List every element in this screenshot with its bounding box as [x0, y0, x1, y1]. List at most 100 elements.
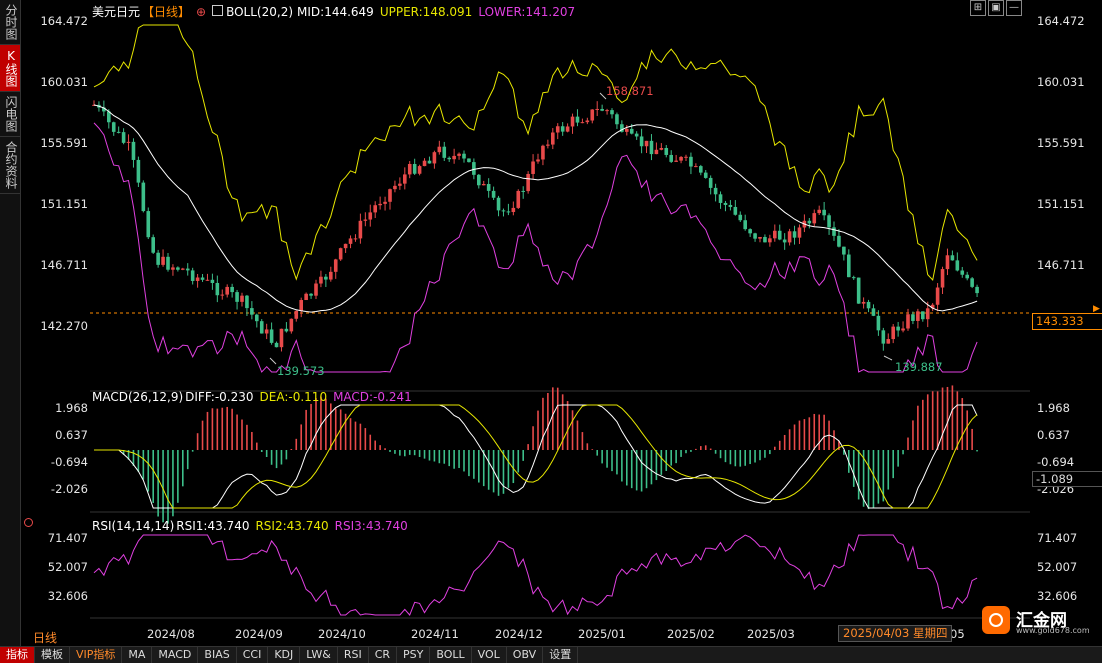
candle-body [210, 279, 215, 283]
candle-body [274, 342, 279, 348]
candle-body [595, 108, 599, 110]
candle-body [333, 259, 338, 272]
candle-body [975, 286, 979, 294]
tab-settings[interactable]: 设置 [543, 647, 579, 663]
candle-body [575, 116, 580, 123]
candle-body [398, 183, 402, 186]
tab-cci[interactable]: CCI [237, 647, 269, 663]
tab-bias[interactable]: BIAS [198, 647, 237, 663]
tab-lw[interactable]: LW& [300, 647, 338, 663]
candle-body [940, 269, 945, 288]
rsi2-value: RSI2:43.740 [255, 519, 329, 533]
tab-vol[interactable]: VOL [472, 647, 507, 663]
candle-body [787, 231, 792, 243]
rsi-y-label: 52.007 [1037, 560, 1078, 574]
candle-body [383, 201, 387, 204]
candle-body [718, 194, 723, 203]
tab-obv[interactable]: OBV [507, 647, 544, 663]
tab-ma[interactable]: MA [122, 647, 153, 663]
marker-icon[interactable] [24, 518, 33, 527]
candle-body [694, 166, 698, 168]
low-price-label: 139.887 [895, 360, 943, 374]
candle-body [121, 132, 126, 143]
candle-body [393, 185, 397, 190]
candle-body [738, 214, 743, 221]
candle-body [605, 110, 609, 112]
candle-body [388, 189, 392, 202]
candle-body [230, 286, 234, 293]
candle-body [965, 274, 969, 279]
candle-body [279, 328, 284, 348]
candle-body [925, 308, 930, 320]
candle-body [185, 268, 190, 271]
candle-body [314, 283, 318, 296]
tab-boll[interactable]: BOLL [430, 647, 472, 663]
candle-body [472, 162, 476, 175]
boll-mid-line [93, 104, 978, 313]
tab-rsi[interactable]: RSI [338, 647, 369, 663]
candle-body [378, 203, 382, 206]
candle-body [560, 126, 565, 132]
candle-body [412, 163, 417, 174]
candle-body [319, 276, 323, 284]
rsi3-value: RSI3:43.740 [334, 519, 408, 533]
candle-body [817, 209, 821, 214]
candle-body [871, 308, 876, 316]
high-price-label: 158.871 [606, 84, 654, 98]
tab-kdj[interactable]: KDJ [268, 647, 301, 663]
candle-body [886, 339, 891, 344]
x-label: 2024/12 [495, 627, 543, 641]
candle-body [294, 310, 299, 319]
candle-body [654, 149, 659, 155]
candle-body [171, 267, 175, 270]
period-footer[interactable]: 日线 [33, 629, 57, 646]
candle-body [338, 248, 343, 260]
candle-body [585, 120, 590, 123]
rsi-y-label: 32.606 [47, 589, 88, 603]
candle-body [827, 215, 831, 228]
candle-body [699, 166, 703, 173]
macd-y-label: -0.694 [1037, 455, 1075, 469]
candle-body [111, 122, 116, 132]
candle-body [906, 314, 910, 329]
rsi1-value: RSI1:43.740 [176, 519, 250, 533]
low-marker [269, 357, 277, 365]
tab-vip-indicators[interactable]: VIP指标 [70, 647, 123, 663]
candle-body [782, 239, 787, 243]
candle-body [309, 293, 313, 296]
candle-body [181, 268, 185, 270]
low-marker [883, 355, 893, 361]
candle-body [679, 156, 683, 161]
tab-cr[interactable]: CR [369, 647, 398, 663]
candle-body [891, 326, 895, 340]
macd-y-label: -0.694 [50, 455, 88, 469]
candle-body [689, 156, 693, 167]
candle-body [901, 328, 905, 331]
candle-body [205, 279, 210, 281]
candle-body [555, 126, 560, 133]
macd-histogram [122, 385, 978, 524]
candle-body [481, 184, 486, 186]
macd-title: MACD(26,12,9) [92, 390, 184, 404]
macd-y-label: 0.637 [1037, 428, 1070, 442]
candle-body [639, 136, 644, 147]
candle-body [506, 211, 511, 213]
candle-body [807, 220, 812, 224]
macd-y-label: 1.968 [55, 401, 88, 415]
candle-body [945, 255, 950, 270]
candle-body [935, 287, 940, 305]
tab-psy[interactable]: PSY [397, 647, 431, 663]
candle-body [797, 227, 802, 238]
candle-body [195, 277, 200, 281]
candle-body [353, 238, 358, 240]
candle-body [911, 314, 915, 321]
tab-indicators[interactable]: 指标 [0, 647, 35, 663]
tab-macd[interactable]: MACD [152, 647, 199, 663]
tab-templates[interactable]: 模板 [35, 647, 70, 663]
candle-body [856, 277, 861, 304]
candle-body [255, 314, 259, 322]
candle-body [851, 277, 856, 279]
candle-body [610, 110, 614, 115]
candle-body [215, 282, 220, 296]
candle-body [768, 238, 772, 243]
